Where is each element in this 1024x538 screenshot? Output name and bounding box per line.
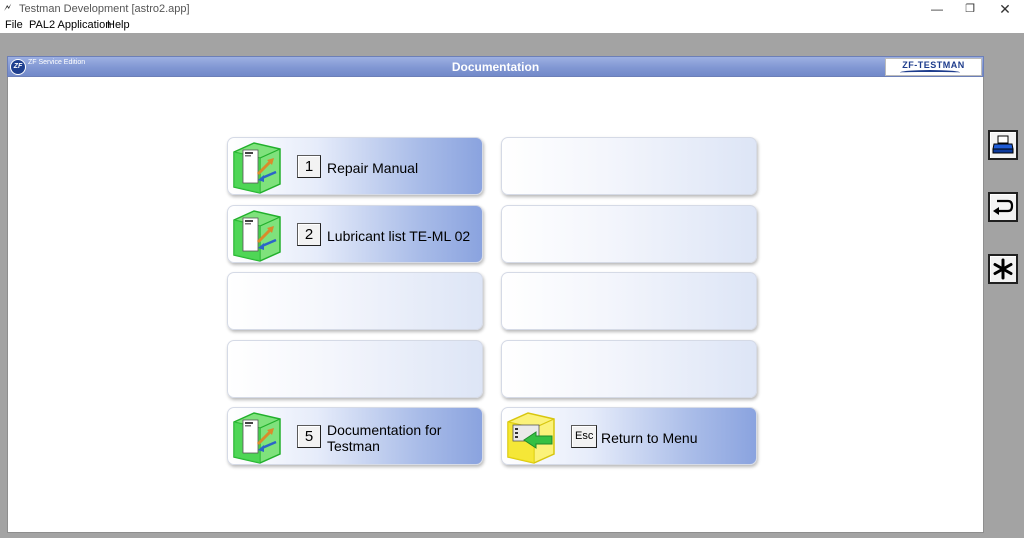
key-1: 1 bbox=[297, 155, 321, 178]
menu-file[interactable]: File bbox=[5, 19, 23, 31]
label-line: Documentation for bbox=[327, 422, 442, 438]
tile-return-to-menu[interactable]: Esc Return to Menu bbox=[501, 407, 757, 465]
documentation-cube-icon bbox=[233, 412, 281, 464]
tile-lubricant-list[interactable]: 2 Lubricant list TE-ML 02 bbox=[227, 205, 483, 263]
tile-empty bbox=[227, 340, 483, 398]
tile-empty bbox=[501, 272, 757, 330]
tile-empty bbox=[501, 340, 757, 398]
documentation-cube-icon bbox=[233, 210, 281, 262]
back-button[interactable] bbox=[988, 192, 1018, 222]
back-icon bbox=[993, 199, 1014, 215]
key-5: 5 bbox=[297, 425, 321, 448]
content-panel bbox=[7, 56, 984, 533]
label-line: Testman bbox=[327, 438, 380, 454]
brand-logo: ZF-TESTMAN bbox=[885, 58, 982, 76]
close-button[interactable]: ✕ bbox=[988, 0, 1022, 18]
tile-label-documentation-for-testman: Documentation for Testman bbox=[327, 422, 441, 454]
asterisk-button[interactable] bbox=[988, 254, 1018, 284]
return-arrow-cube-icon bbox=[507, 412, 555, 464]
asterisk-icon bbox=[993, 258, 1013, 280]
tile-repair-manual[interactable]: 1 Repair Manual bbox=[227, 137, 483, 195]
documentation-cube-icon bbox=[233, 142, 281, 194]
page-title: Documentation bbox=[451, 60, 540, 74]
tile-label-return-to-menu: Return to Menu bbox=[601, 430, 698, 446]
minimize-button[interactable]: — bbox=[920, 0, 954, 18]
window-title: Testman Development [astro2.app] bbox=[19, 3, 190, 15]
page-header: ZF ZF Service Edition Documentation ZF-T… bbox=[7, 56, 984, 77]
title-bar: 🗲 Testman Development [astro2.app] — ❐ ✕ bbox=[0, 0, 1024, 18]
app-icon: 🗲 bbox=[4, 2, 12, 14]
maximize-button[interactable]: ❐ bbox=[953, 0, 987, 18]
brand-swoosh bbox=[900, 70, 960, 75]
menu-help[interactable]: Help bbox=[107, 19, 130, 31]
tile-label-repair-manual: Repair Manual bbox=[327, 160, 419, 176]
print-button[interactable] bbox=[988, 130, 1018, 160]
tile-documentation-for-testman[interactable]: 5 Documentation for Testman bbox=[227, 407, 483, 465]
tile-label-lubricant-list: Lubricant list TE-ML 02 bbox=[327, 228, 471, 244]
key-esc: Esc bbox=[571, 425, 598, 448]
menu-pal2-application[interactable]: PAL2 Application bbox=[29, 19, 111, 31]
tile-empty bbox=[227, 272, 483, 330]
print-icon bbox=[992, 135, 1014, 154]
brand-text: ZF-TESTMAN bbox=[902, 60, 965, 70]
menu-bar: File PAL2 Application Help bbox=[0, 17, 1024, 33]
tile-empty bbox=[501, 137, 757, 195]
key-2: 2 bbox=[297, 223, 321, 246]
tile-empty bbox=[501, 205, 757, 263]
